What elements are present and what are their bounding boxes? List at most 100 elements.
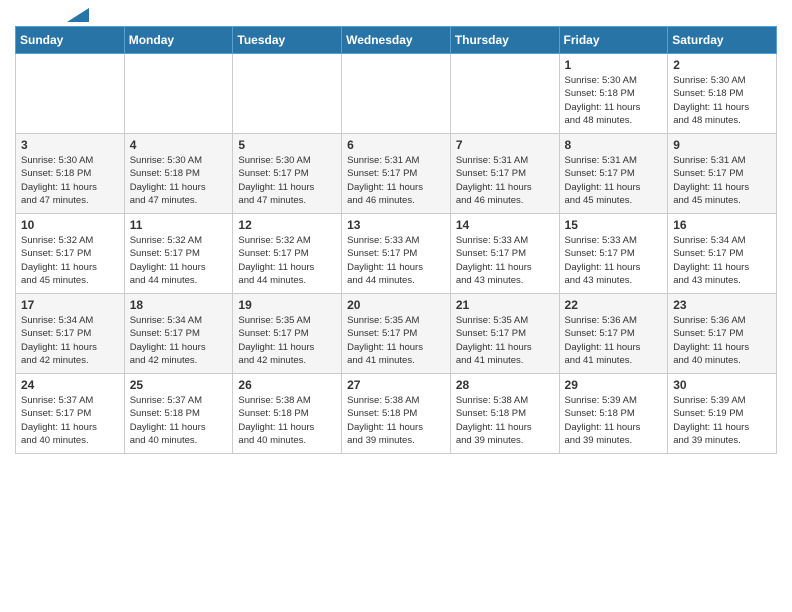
day-cell: 27Sunrise: 5:38 AMSunset: 5:18 PMDayligh… (342, 374, 451, 454)
day-cell: 10Sunrise: 5:32 AMSunset: 5:17 PMDayligh… (16, 214, 125, 294)
day-cell (342, 54, 451, 134)
day-number: 18 (130, 298, 228, 312)
day-cell (16, 54, 125, 134)
day-info: Sunrise: 5:36 AMSunset: 5:17 PMDaylight:… (673, 314, 771, 367)
weekday-header-friday: Friday (559, 27, 668, 54)
day-info: Sunrise: 5:34 AMSunset: 5:17 PMDaylight:… (673, 234, 771, 287)
day-info: Sunrise: 5:33 AMSunset: 5:17 PMDaylight:… (565, 234, 663, 287)
day-cell: 28 Sunrise: 5:38 AMSunset: 5:18 PMDayligh… (450, 374, 559, 454)
day-info: Sunrise: 5:31 AMSunset: 5:17 PMDaylight:… (673, 154, 771, 207)
day-number: 15 (565, 218, 663, 232)
day-number: 17 (21, 298, 119, 312)
day-number: 6 (347, 138, 445, 152)
week-row-3: 10 Sunrise: 5:32 AMSunset: 5:17 PMDayligh… (16, 214, 777, 294)
logo-icon (67, 8, 89, 22)
day-cell: 24 Sunrise: 5:37 AMSunset: 5:17 PMDayligh… (16, 374, 125, 454)
day-cell: 18Sunrise: 5:34 AMSunset: 5:17 PMDayligh… (124, 294, 233, 374)
day-info: Sunrise: 5:38 AMSunset: 5:18 PMDaylight:… (456, 394, 554, 447)
day-cell (233, 54, 342, 134)
day-number: 25 (130, 378, 228, 392)
weekday-header-wednesday: Wednesday (342, 27, 451, 54)
week-row-5: 24 Sunrise: 5:37 AMSunset: 5:17 PMDayligh… (16, 374, 777, 454)
day-number: 12 (238, 218, 336, 232)
day-cell (124, 54, 233, 134)
day-cell: 19Sunrise: 5:35 AMSunset: 5:17 PMDayligh… (233, 294, 342, 374)
day-number: 1 (565, 58, 663, 72)
day-number: 9 (673, 138, 771, 152)
day-cell: 13 Sunrise: 5:33 AMSunset: 5:17 PMDayligh… (342, 214, 451, 294)
day-cell: 25 Sunrise: 5:37 AMSunset: 5:18 PMDayligh… (124, 374, 233, 454)
day-number: 13 (347, 218, 445, 232)
day-number: 10 (21, 218, 119, 232)
day-info: Sunrise: 5:37 AMSunset: 5:17 PMDaylight:… (21, 394, 119, 447)
day-cell: 3Sunrise: 5:30 AMSunset: 5:18 PMDaylight… (16, 134, 125, 214)
day-cell: 12 Sunrise: 5:32 AMSunset: 5:17 PMDayligh… (233, 214, 342, 294)
day-cell: 30Sunrise: 5:39 AMSunset: 5:19 PMDayligh… (668, 374, 777, 454)
day-cell (450, 54, 559, 134)
day-number: 8 (565, 138, 663, 152)
day-info: Sunrise: 5:31 AMSunset: 5:17 PMDaylight:… (565, 154, 663, 207)
day-info: Sunrise: 5:35 AMSunset: 5:17 PMDaylight:… (456, 314, 554, 367)
day-number: 27 (347, 378, 445, 392)
day-info: Sunrise: 5:30 AMSunset: 5:18 PMDaylight:… (130, 154, 228, 207)
weekday-header-monday: Monday (124, 27, 233, 54)
day-number: 3 (21, 138, 119, 152)
day-number: 22 (565, 298, 663, 312)
day-cell: 1 Sunrise: 5:30 AMSunset: 5:18 PMDaylight… (559, 54, 668, 134)
day-cell: 6 Sunrise: 5:31 AMSunset: 5:17 PMDaylight… (342, 134, 451, 214)
day-number: 14 (456, 218, 554, 232)
day-info: Sunrise: 5:31 AMSunset: 5:17 PMDaylight:… (347, 154, 445, 207)
day-cell: 17 Sunrise: 5:34 AMSunset: 5:17 PMDayligh… (16, 294, 125, 374)
day-number: 19 (238, 298, 336, 312)
day-info: Sunrise: 5:34 AMSunset: 5:17 PMDaylight:… (21, 314, 119, 367)
day-cell: 14 Sunrise: 5:33 AMSunset: 5:17 PMDayligh… (450, 214, 559, 294)
day-cell: 23 Sunrise: 5:36 AMSunset: 5:17 PMDayligh… (668, 294, 777, 374)
day-info: Sunrise: 5:33 AMSunset: 5:17 PMDaylight:… (456, 234, 554, 287)
day-info: Sunrise: 5:32 AMSunset: 5:17 PMDaylight:… (238, 234, 336, 287)
day-number: 26 (238, 378, 336, 392)
week-row-2: 3 Sunrise: 5:30 AMSunset: 5:18 PMDaylight… (16, 134, 777, 214)
day-number: 11 (130, 218, 228, 232)
day-cell: 8 Sunrise: 5:31 AMSunset: 5:17 PMDaylight… (559, 134, 668, 214)
day-info: Sunrise: 5:33 AMSunset: 5:17 PMDaylight:… (347, 234, 445, 287)
day-number: 7 (456, 138, 554, 152)
day-info: Sunrise: 5:30 AMSunset: 5:17 PMDaylight:… (238, 154, 336, 207)
weekday-header-tuesday: Tuesday (233, 27, 342, 54)
calendar-table: SundayMondayTuesdayWednesdayThursdayFrid… (15, 26, 777, 454)
day-info: Sunrise: 5:35 AMSunset: 5:17 PMDaylight:… (347, 314, 445, 367)
weekday-header-saturday: Saturday (668, 27, 777, 54)
weekday-header-row: SundayMondayTuesdayWednesdayThursdayFrid… (16, 27, 777, 54)
day-cell: 26 Sunrise: 5:38 AMSunset: 5:18 PMDayligh… (233, 374, 342, 454)
day-cell: 29 Sunrise: 5:39 AMSunset: 5:18 PMDayligh… (559, 374, 668, 454)
day-info: Sunrise: 5:39 AMSunset: 5:18 PMDaylight:… (565, 394, 663, 447)
day-cell: 11Sunrise: 5:32 AMSunset: 5:17 PMDayligh… (124, 214, 233, 294)
week-row-4: 17 Sunrise: 5:34 AMSunset: 5:17 PMDayligh… (16, 294, 777, 374)
day-cell: 21 Sunrise: 5:35 AMSunset: 5:17 PMDayligh… (450, 294, 559, 374)
day-number: 29 (565, 378, 663, 392)
day-cell: 22 Sunrise: 5:36 AMSunset: 5:17 PMDayligh… (559, 294, 668, 374)
logo (15, 10, 89, 18)
day-cell: 20 Sunrise: 5:35 AMSunset: 5:17 PMDayligh… (342, 294, 451, 374)
day-number: 2 (673, 58, 771, 72)
day-info: Sunrise: 5:38 AMSunset: 5:18 PMDaylight:… (238, 394, 336, 447)
day-cell: 16 Sunrise: 5:34 AMSunset: 5:17 PMDayligh… (668, 214, 777, 294)
day-cell: 9 Sunrise: 5:31 AMSunset: 5:17 PMDaylight… (668, 134, 777, 214)
weekday-header-sunday: Sunday (16, 27, 125, 54)
day-cell: 2Sunrise: 5:30 AMSunset: 5:18 PMDaylight… (668, 54, 777, 134)
day-number: 4 (130, 138, 228, 152)
day-number: 21 (456, 298, 554, 312)
day-number: 16 (673, 218, 771, 232)
day-info: Sunrise: 5:37 AMSunset: 5:18 PMDaylight:… (130, 394, 228, 447)
day-number: 24 (21, 378, 119, 392)
day-cell: 7 Sunrise: 5:31 AMSunset: 5:17 PMDaylight… (450, 134, 559, 214)
day-number: 28 (456, 378, 554, 392)
day-info: Sunrise: 5:36 AMSunset: 5:17 PMDaylight:… (565, 314, 663, 367)
day-number: 23 (673, 298, 771, 312)
weekday-header-thursday: Thursday (450, 27, 559, 54)
day-number: 5 (238, 138, 336, 152)
day-cell: 15 Sunrise: 5:33 AMSunset: 5:17 PMDayligh… (559, 214, 668, 294)
page: SundayMondayTuesdayWednesdayThursdayFrid… (0, 0, 792, 469)
day-info: Sunrise: 5:30 AMSunset: 5:18 PMDaylight:… (565, 74, 663, 127)
day-info: Sunrise: 5:31 AMSunset: 5:17 PMDaylight:… (456, 154, 554, 207)
day-number: 20 (347, 298, 445, 312)
